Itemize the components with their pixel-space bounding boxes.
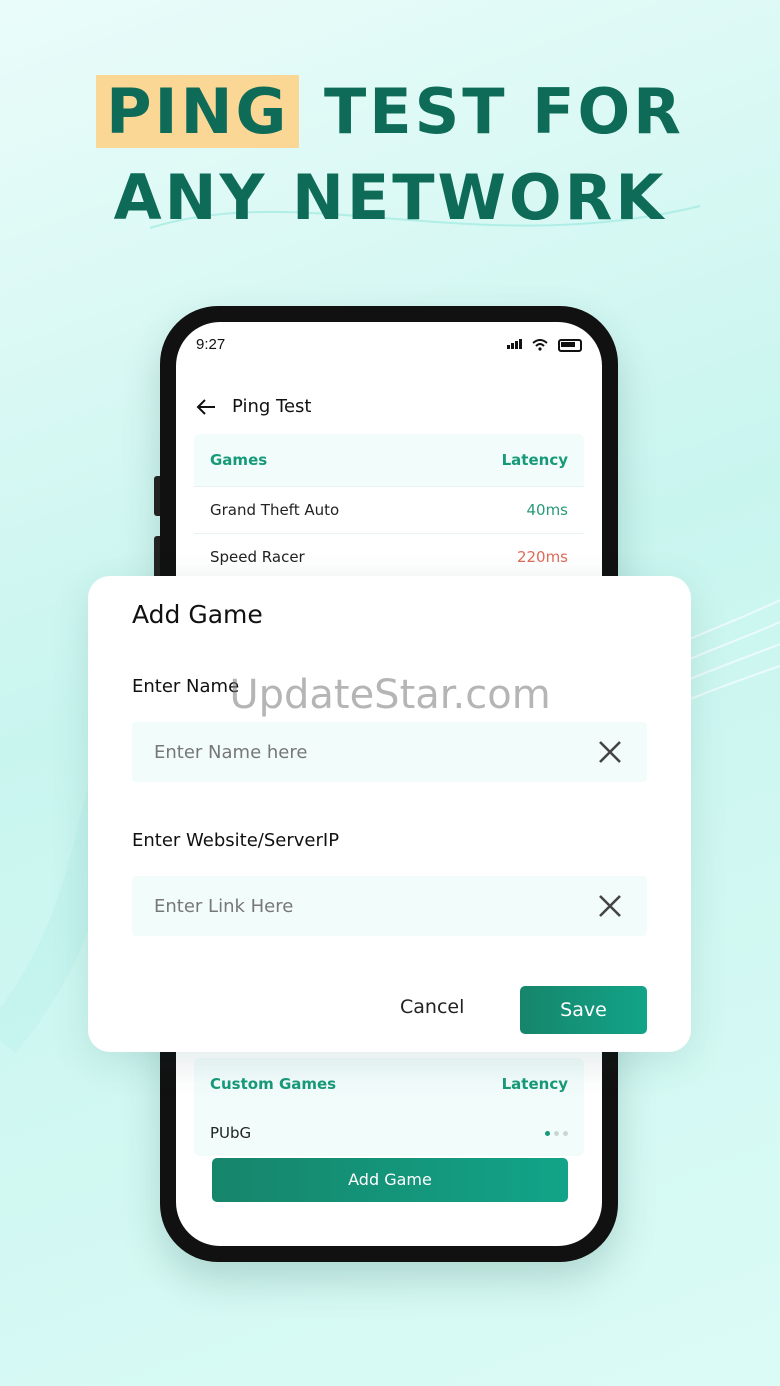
- headline-line-1-rest: TEST FOR: [299, 75, 684, 148]
- latency-column-header: Latency: [501, 451, 568, 469]
- page-title: Ping Test: [232, 396, 312, 417]
- loading-dots-icon: [545, 1130, 568, 1136]
- games-table: Games Latency Grand Theft Auto 40ms Spee…: [194, 434, 584, 580]
- link-input[interactable]: [152, 894, 536, 918]
- wifi-icon: [532, 339, 548, 351]
- game-name: PUbG: [210, 1124, 252, 1142]
- link-label: Enter Website/ServerIP: [132, 830, 340, 851]
- game-latency: 40ms: [526, 501, 568, 519]
- name-input[interactable]: [152, 740, 536, 764]
- clear-link-icon[interactable]: [597, 893, 623, 919]
- game-name: Grand Theft Auto: [210, 501, 340, 519]
- watermark: UpdateStar.com: [229, 672, 551, 718]
- battery-icon: [558, 338, 582, 352]
- table-row[interactable]: PUbG: [194, 1110, 584, 1156]
- signal-icon: [506, 336, 522, 354]
- headline-line-1: PING TEST FOR: [0, 72, 780, 152]
- clear-name-icon[interactable]: [597, 739, 623, 765]
- table-row[interactable]: Speed Racer 220ms: [194, 533, 584, 580]
- custom-games-table: Custom Games Latency PUbG: [194, 1058, 584, 1156]
- games-column-header: Games: [210, 451, 268, 469]
- custom-games-column-header: Custom Games: [210, 1075, 337, 1093]
- game-latency: 220ms: [516, 548, 568, 566]
- status-time: 9:27: [196, 336, 226, 353]
- headline-highlight: PING: [96, 75, 300, 148]
- save-button[interactable]: Save: [520, 986, 647, 1034]
- status-icons: [506, 336, 582, 354]
- back-arrow-icon[interactable]: [196, 398, 216, 416]
- custom-games-header: Custom Games Latency: [194, 1058, 584, 1110]
- add-game-button[interactable]: Add Game: [212, 1158, 568, 1202]
- app-bar: Ping Test: [196, 396, 311, 417]
- game-name: Speed Racer: [210, 548, 305, 566]
- name-field: [132, 722, 647, 782]
- add-game-dialog: Add Game Enter Name Enter Website/Server…: [88, 576, 691, 1052]
- headline-line-2: ANY NETWORK: [113, 161, 667, 234]
- table-row[interactable]: Grand Theft Auto 40ms: [194, 486, 584, 533]
- phone-side-button: [154, 476, 160, 516]
- cancel-button[interactable]: Cancel: [400, 996, 464, 1018]
- games-table-header: Games Latency: [194, 434, 584, 486]
- latency-column-header: Latency: [501, 1075, 568, 1093]
- link-field: [132, 876, 647, 936]
- dialog-title: Add Game: [132, 600, 263, 629]
